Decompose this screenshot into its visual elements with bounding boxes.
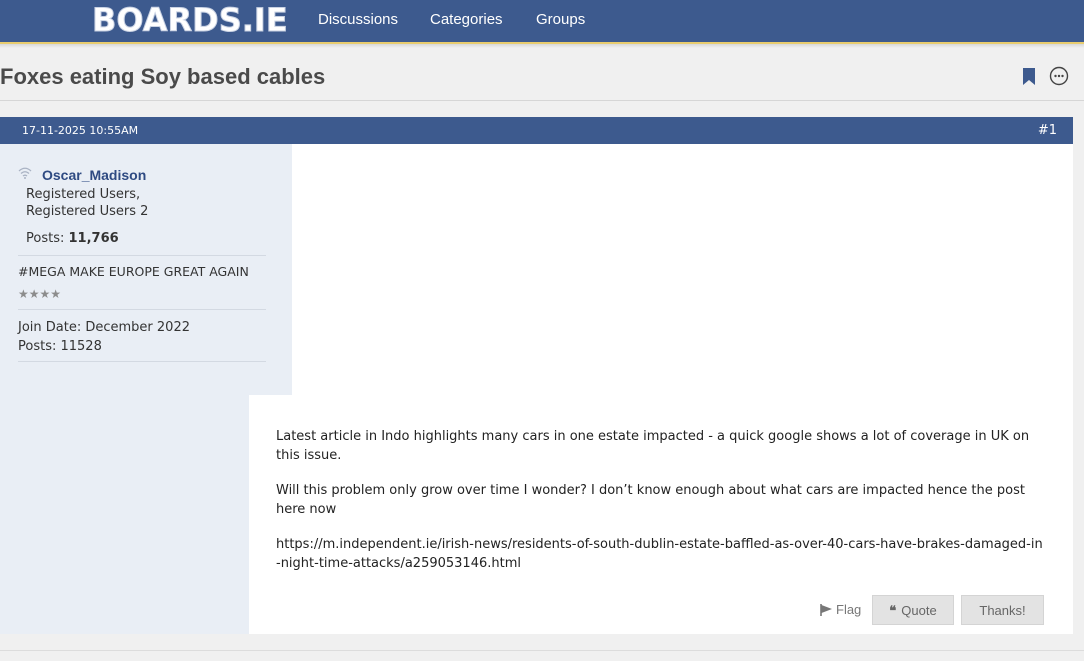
quote-button[interactable]: ❝ Quote bbox=[872, 595, 954, 625]
nav-categories[interactable]: Categories bbox=[430, 0, 503, 42]
quote-label: Quote bbox=[901, 603, 937, 618]
user-rank-stars: ★★★★ bbox=[18, 287, 62, 301]
boards-ie-logo[interactable]: BOARDS.IE bbox=[92, 2, 289, 39]
quote-icon: ❝ bbox=[889, 604, 897, 619]
user-post-count: Posts: 11528 bbox=[18, 339, 102, 354]
online-status-icon bbox=[18, 167, 32, 179]
article-url-text: https://m.independent.ie/irish-news/resi… bbox=[276, 537, 1043, 571]
user-panel-divider bbox=[18, 309, 266, 310]
post-content: Latest article in Indo highlights many c… bbox=[276, 427, 1046, 589]
flag-icon bbox=[820, 604, 832, 616]
user-info-panel-lower bbox=[0, 395, 249, 634]
username-link[interactable]: Oscar_Madison bbox=[42, 167, 146, 184]
posts-label: Posts: bbox=[26, 231, 65, 246]
user-posts-count: Posts: 11,766 bbox=[26, 230, 119, 247]
user-group: Registered Users, Registered Users 2 bbox=[26, 187, 149, 219]
thread-title: Foxes eating Soy based cables bbox=[0, 64, 326, 89]
posts-value: 11,766 bbox=[68, 231, 119, 246]
post-paragraph: Latest article in Indo highlights many c… bbox=[276, 429, 1030, 463]
user-custom-title: #MEGA MAKE EUROPE GREAT AGAIN bbox=[18, 264, 249, 279]
flag-button[interactable]: Flag bbox=[820, 602, 861, 618]
header-shadow bbox=[0, 44, 1084, 48]
nav-discussions[interactable]: Discussions bbox=[318, 0, 398, 42]
user-panel-divider bbox=[18, 255, 266, 256]
post-body-blank-area bbox=[292, 144, 1073, 395]
flag-label: Flag bbox=[836, 602, 862, 617]
bookmark-icon[interactable] bbox=[1022, 68, 1036, 85]
post-date: 17-11-2025 10:55AM bbox=[22, 124, 139, 137]
user-panel-divider bbox=[18, 361, 266, 362]
nav-groups[interactable]: Groups bbox=[536, 0, 585, 42]
post-header: 17-11-2025 10:55AM #1 bbox=[0, 117, 1073, 144]
post-paragraph: Will this problem only grow over time I … bbox=[276, 483, 1025, 517]
post-permalink-number[interactable]: #1 bbox=[1038, 117, 1057, 144]
user-join-date: Join Date: December 2022 bbox=[18, 320, 190, 335]
post-bottom-divider bbox=[0, 650, 1084, 651]
more-options-icon[interactable] bbox=[1049, 66, 1069, 86]
thanks-button[interactable]: Thanks! bbox=[961, 595, 1044, 625]
